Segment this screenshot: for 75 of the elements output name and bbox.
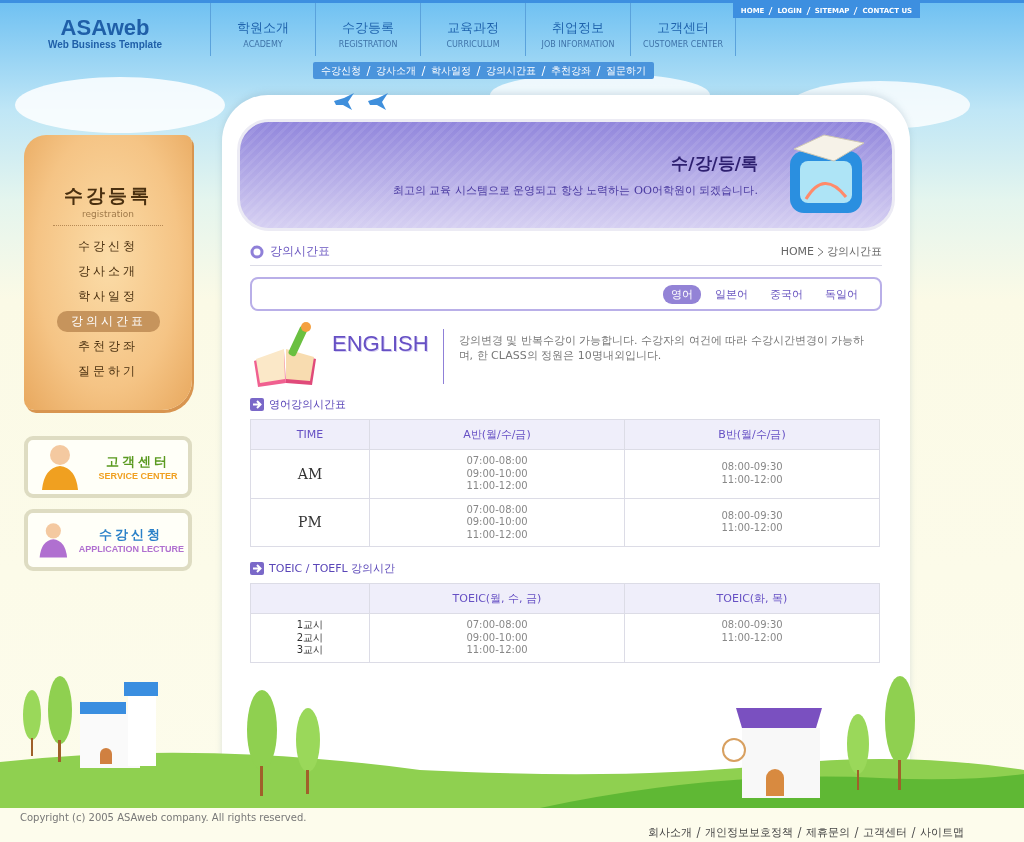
column-header: TOEIC(화, 목) [624,583,880,614]
table-cell: AM [250,449,370,498]
table-cell: 1교시 2교시 3교시 [250,613,370,662]
menu-item[interactable]: 수강신청 [64,236,152,257]
footer-link[interactable]: 제휴문의 [806,825,850,840]
subnav-link[interactable]: 질문하기 [606,63,646,78]
section-title: TOEIC / TOEFL 강의시간 [269,561,396,576]
language-heading: ENGLISH [332,331,429,357]
table-cell: 08:00-09:30 11:00-12:00 [624,613,880,662]
menu-item[interactable]: 강사소개 [64,261,152,282]
column-header: A반(월/수/금) [369,419,625,450]
nav-item[interactable]: 수강등록 REGISTRATION [315,3,420,56]
ring-icon [250,244,264,259]
promo-banner[interactable]: 수강신청 APPLICATION LECTURE [24,509,192,571]
breadcrumb-link[interactable]: HOME [780,245,814,258]
table-cell: 08:00-09:30 11:00-12:00 [624,498,880,547]
chevron-icon [817,246,824,257]
slash-separator-icon [596,65,601,76]
section-title: 영어강의시간표 [269,397,346,412]
banner-text: 최고의 교육 시스템으로 운영되고 항상 노력하는 OO어학원이 되겠습니다. [393,183,758,198]
promo-title: 수강신청 [99,526,164,544]
footer-link[interactable]: 개인정보보호정책 [705,825,793,840]
menu-item[interactable]: 학사일정 [64,286,152,307]
slash-separator-icon [854,827,859,838]
page-title: 강의시간표 [270,243,330,260]
table-cell: 07:00-08:00 09:00-10:00 11:00-12:00 [369,613,625,662]
language-tab[interactable]: 일본어 [707,284,756,304]
logo-title[interactable]: ASAweb [60,17,150,39]
nav-item[interactable]: 학원소개 ACADEMY [210,3,315,56]
slash-separator-icon [421,65,426,76]
intro-text: 강의변경 및 반복수강이 가능합니다. 수강자의 여건에 따라 수강시간변경이 가능하며, 한 CLASS의 정원은 10명내외입니다. [458,333,866,363]
logo-subtitle: Web Business Template [47,39,163,50]
language-tab[interactable]: 독일어 [817,284,866,304]
subnav-link[interactable]: 강사소개 [376,63,416,78]
language-tab[interactable]: 중국어 [762,284,811,304]
slash-separator-icon [768,6,774,15]
subnav-link[interactable]: 강의시간표 [486,63,536,78]
copyright-text: Copyright (c) 2005 ASAweb company. All rights reserved. [20,812,307,823]
nav-item[interactable]: 교육과정 CURRICULUM [420,3,525,56]
nav-item[interactable]: 취업정보 JOB INFORMATION [525,3,630,56]
arrow-icon [250,562,264,575]
footer-link[interactable]: 사이트맵 [920,825,964,840]
language-tab[interactable]: 영어 [663,284,701,304]
menu-item[interactable]: 추천강좌 [64,336,152,357]
arrow-icon [250,398,264,411]
banner-title: 수/강/등/록 [671,152,758,175]
breadcrumb-link[interactable]: 강의시간표 [827,244,882,259]
slash-separator-icon [366,65,371,76]
subnav-link[interactable]: 추천강좌 [551,63,591,78]
menu-title: 수강등록 [64,183,152,208]
table-cell: 08:00-09:30 11:00-12:00 [624,449,880,498]
promo-subtitle: APPLICATION LECTURE [78,544,184,554]
promo-title: 고객센터 [106,453,170,471]
table-cell: 07:00-08:00 09:00-10:00 11:00-12:00 [369,449,625,498]
promo-banner[interactable]: 고객센터 SERVICE CENTER [24,436,192,498]
column-header: TIME [250,419,370,450]
slash-separator-icon [476,65,481,76]
column-header: B반(월/수/금) [624,419,880,450]
slash-separator-icon [911,827,916,838]
menu-item[interactable]: 질문하기 [64,361,152,382]
column-header: TOEIC(월, 수, 금) [369,583,625,614]
slash-separator-icon [696,827,701,838]
slash-separator-icon [541,65,546,76]
table-cell: PM [250,498,370,547]
menu-item[interactable]: 강의시간표 [56,311,160,332]
footer-link[interactable]: 회사소개 [648,825,692,840]
slash-separator-icon [805,6,811,15]
menu-subtitle: registration [82,209,134,219]
footer-link[interactable]: 고객센터 [863,825,907,840]
table-cell: 07:00-08:00 09:00-10:00 11:00-12:00 [369,498,625,547]
slash-separator-icon [797,827,802,838]
promo-subtitle: SERVICE CENTER [98,471,178,481]
subnav-link[interactable]: 학사일정 [431,63,471,78]
subnav-link[interactable]: 수강신청 [321,63,361,78]
slash-separator-icon [853,6,859,15]
